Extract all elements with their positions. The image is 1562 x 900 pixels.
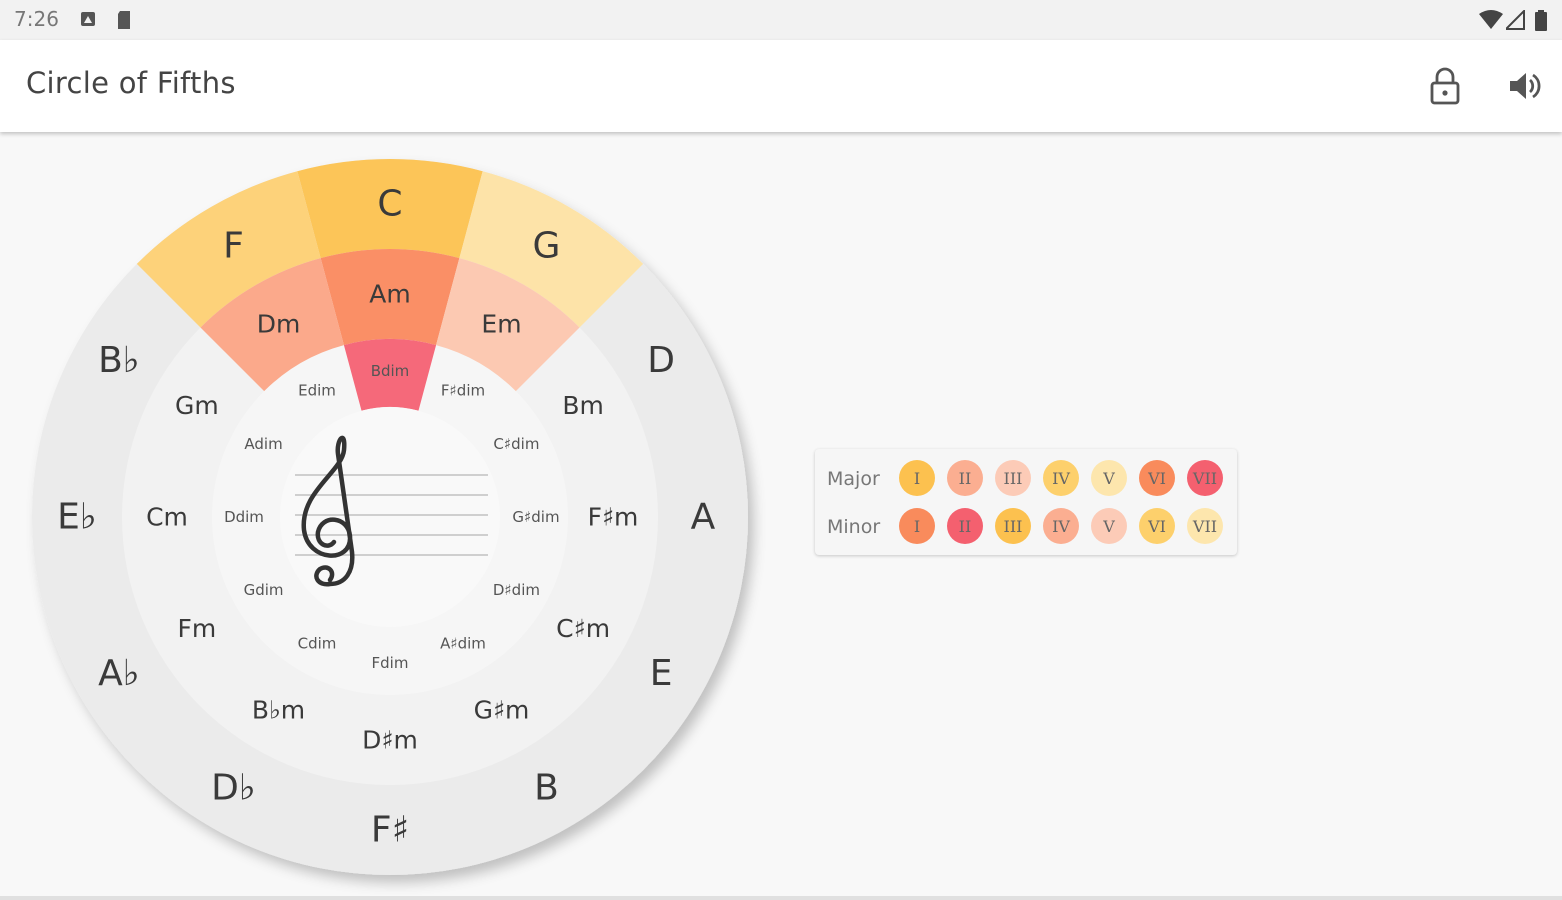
app-bar: Circle of Fifths [0, 40, 1562, 132]
minor-degree-chip[interactable]: II [947, 508, 983, 544]
bottom-divider [0, 896, 1562, 900]
center-circle [280, 407, 500, 627]
minor-key-label[interactable]: Em [481, 309, 521, 338]
dim-key-label[interactable]: Adim [244, 435, 282, 453]
dim-key-label[interactable]: Fdim [372, 654, 409, 672]
dim-key-label[interactable]: C♯dim [493, 435, 539, 453]
major-key-label[interactable]: F [223, 225, 244, 266]
minor-degree-chip[interactable]: VI [1139, 508, 1175, 544]
major-key-label[interactable]: F♯ [371, 810, 409, 851]
major-key-label[interactable]: D♭ [211, 768, 256, 809]
major-row: Major I II III IV V VI VII [815, 454, 1237, 502]
dim-key-label[interactable]: D♯dim [493, 581, 540, 599]
minor-label: Minor [827, 516, 881, 538]
major-degree-chip[interactable]: IV [1043, 460, 1079, 496]
sd-card-icon [118, 11, 130, 29]
major-key-label[interactable]: A♭ [98, 653, 140, 694]
major-key-label[interactable]: C [377, 184, 402, 225]
minor-key-label[interactable]: G♯m [474, 696, 530, 725]
minor-degree-chip[interactable]: III [995, 508, 1031, 544]
major-degree-chip[interactable]: II [947, 460, 983, 496]
minor-key-label[interactable]: Gm [175, 391, 219, 420]
major-key-label[interactable]: B♭ [98, 340, 140, 381]
minor-degree-chip[interactable]: IV [1043, 508, 1079, 544]
dim-key-label[interactable]: G♯dim [512, 508, 559, 526]
degree-legend: Major I II III IV V VI VII Minor I II III IV V VI VI… [815, 449, 1237, 555]
minor-degree-chip[interactable]: VII [1187, 508, 1223, 544]
major-degree-chip[interactable]: I [899, 460, 935, 496]
major-key-label[interactable]: E [650, 653, 673, 694]
major-degree-chip[interactable]: VI [1139, 460, 1175, 496]
major-degree-chip[interactable]: V [1091, 460, 1127, 496]
minor-key-label[interactable]: Am [369, 280, 410, 309]
signal-icon [1506, 10, 1525, 30]
minor-key-label[interactable]: F♯m [588, 503, 639, 532]
dim-key-label[interactable]: Ddim [224, 508, 264, 526]
major-key-label[interactable]: A [691, 497, 716, 538]
major-label: Major [827, 468, 880, 490]
circle-of-fifths-wheel[interactable]: C G D A E B F♯ D♭ A♭ E♭ B♭ F Am Em Bm F♯m C♯m G♯m D♯m B♭m Fm… [0, 132, 800, 896]
wifi-icon [1479, 10, 1503, 29]
lock-icon[interactable] [1423, 64, 1467, 108]
status-bar: 7:26 [0, 0, 1562, 40]
minor-key-label[interactable]: D♯m [362, 726, 418, 755]
minor-key-label[interactable]: Bm [562, 391, 604, 420]
major-key-label[interactable]: D [647, 340, 675, 381]
major-key-label[interactable]: E♭ [57, 497, 97, 538]
major-degree-chip[interactable]: III [995, 460, 1031, 496]
dim-key-label[interactable]: Gdim [244, 581, 284, 599]
major-key-label[interactable]: G [533, 225, 561, 266]
minor-key-label[interactable]: B♭m [252, 696, 305, 725]
minor-key-label[interactable]: Dm [257, 309, 301, 338]
minor-degree-chip[interactable]: I [899, 508, 935, 544]
dim-key-label[interactable]: Cdim [298, 634, 337, 652]
dim-key-label[interactable]: Bdim [371, 362, 410, 380]
volume-icon[interactable] [1502, 64, 1546, 108]
minor-key-label[interactable]: Cm [146, 503, 188, 532]
dim-key-label[interactable]: Edim [298, 382, 336, 400]
major-key-label[interactable]: B [534, 768, 559, 809]
app-title: Circle of Fifths [26, 66, 236, 100]
major-degree-chip[interactable]: VII [1187, 460, 1223, 496]
battery-icon [1535, 10, 1547, 31]
minor-key-label[interactable]: Fm [178, 614, 217, 643]
dim-key-label[interactable]: F♯dim [441, 382, 485, 400]
screenshot-icon [81, 12, 95, 26]
center-staff [280, 407, 500, 627]
minor-row: Minor I II III IV V VI VII [815, 502, 1237, 550]
dim-key-label[interactable]: A♯dim [440, 634, 486, 652]
status-time: 7:26 [14, 7, 59, 31]
minor-degree-chip[interactable]: V [1091, 508, 1127, 544]
minor-key-label[interactable]: C♯m [556, 614, 610, 643]
